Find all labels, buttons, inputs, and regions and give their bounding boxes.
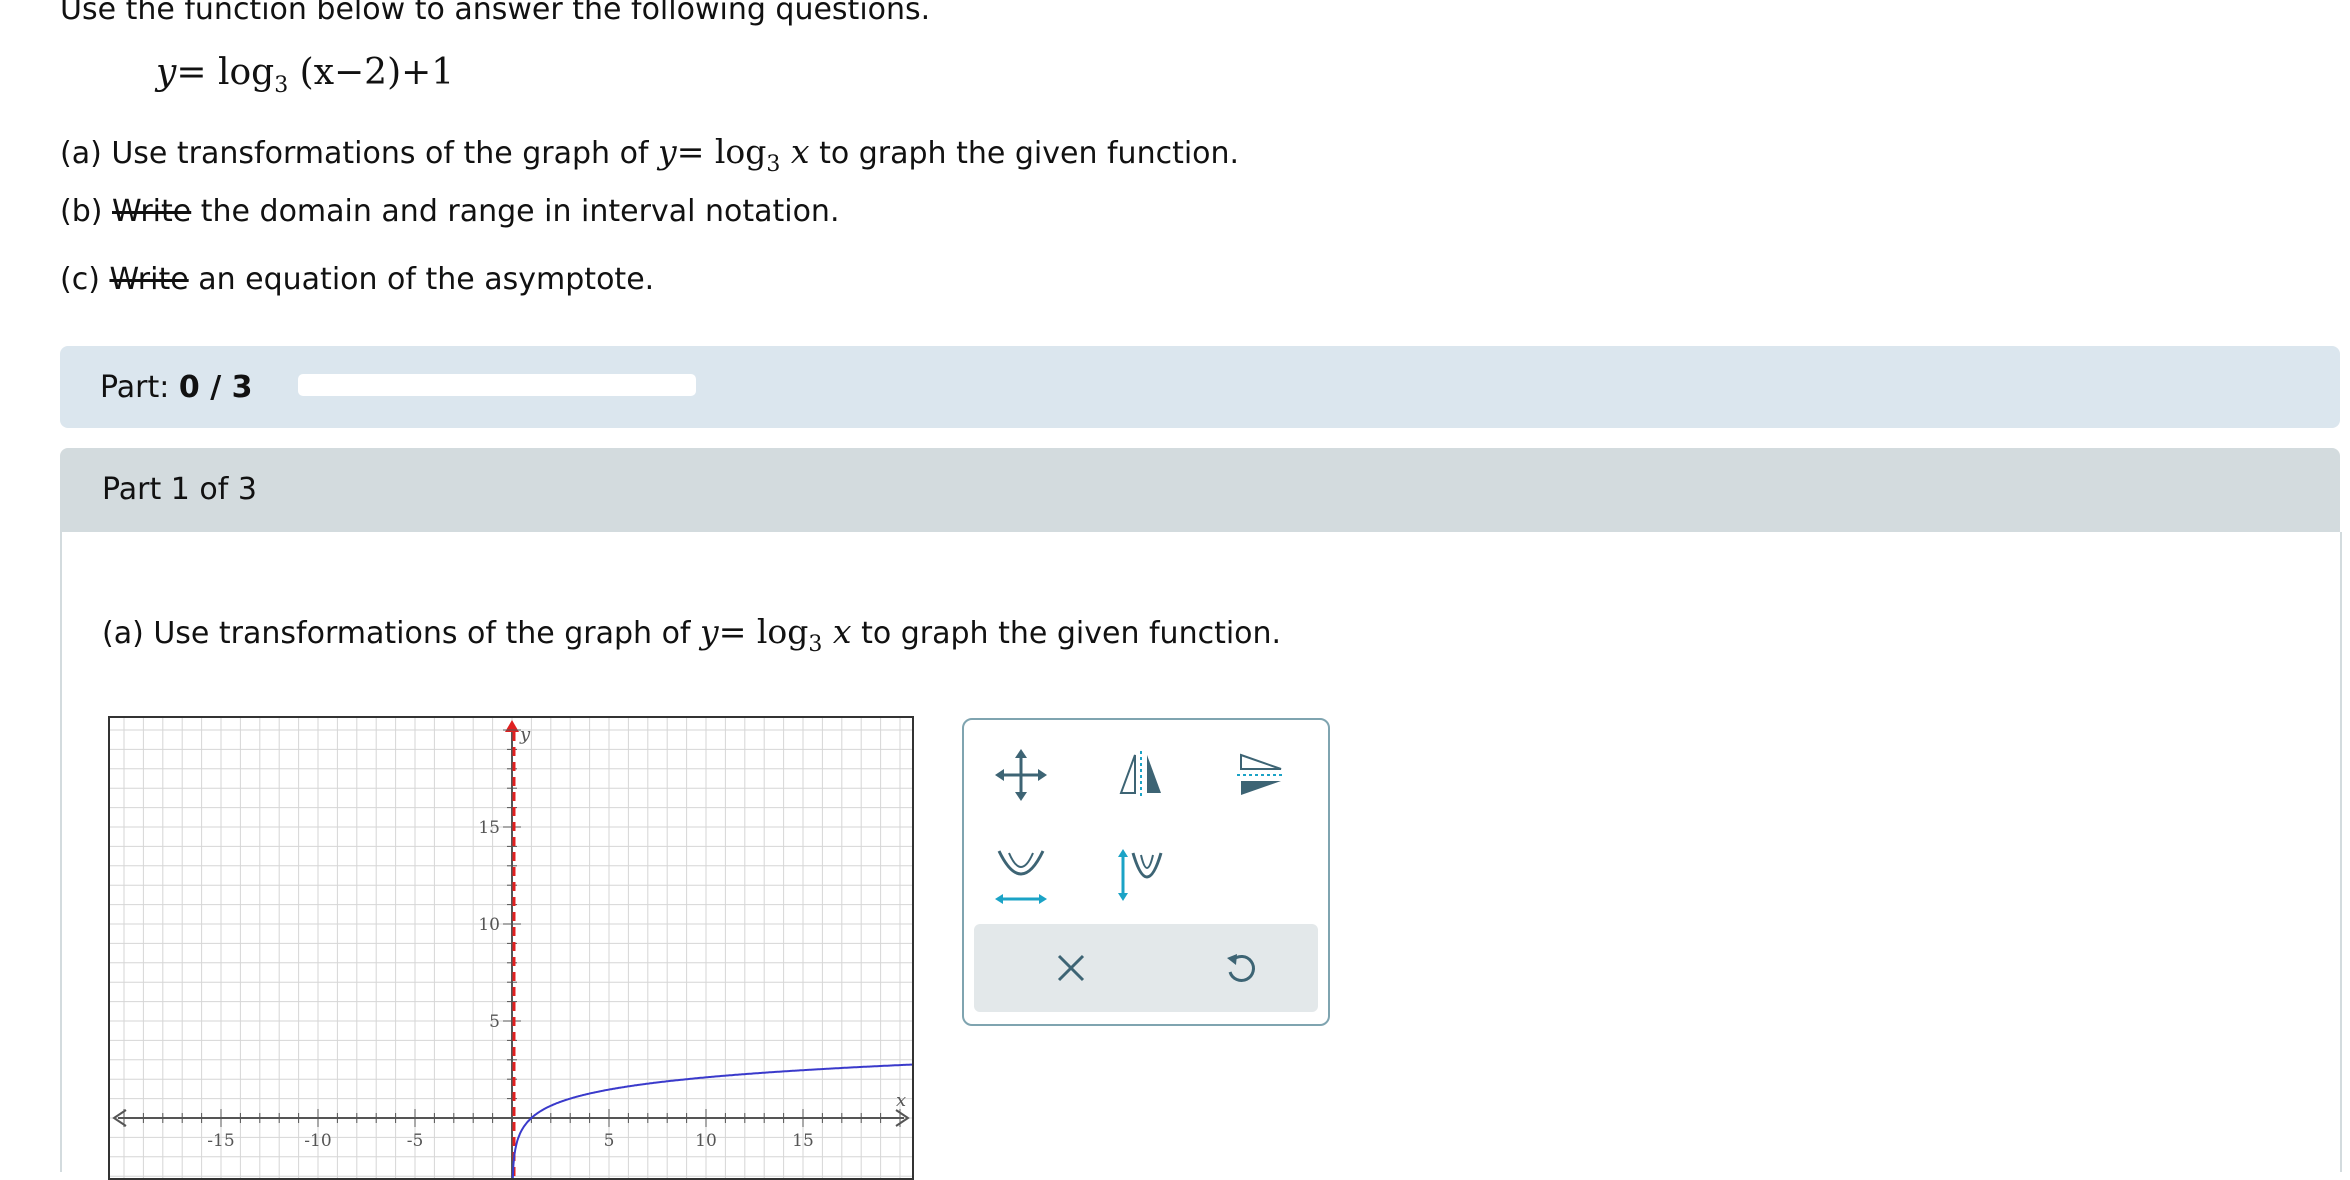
reflect-x-icon	[1237, 753, 1285, 795]
function-curve	[511, 1063, 912, 1178]
stretch-vertical-tool[interactable]	[1106, 840, 1176, 910]
close-icon	[1057, 954, 1085, 982]
stretch-vertical-icon	[1118, 849, 1163, 901]
intro-text: Use the function below to answer the fol…	[60, 0, 931, 27]
y-tick-label: 10	[478, 915, 500, 935]
question-c: (c) Write an equation of the asymptote.	[60, 262, 655, 297]
x-tick-label: -15	[207, 1131, 234, 1151]
move-icon	[995, 749, 1047, 801]
stretch-horizontal-icon	[995, 850, 1047, 904]
question-b: (b) Write the domain and range in interv…	[60, 194, 840, 229]
graph-canvas[interactable]: -15 -10 -5 5 10 15 15 10 5 x y	[108, 716, 914, 1180]
eq-log: log	[217, 52, 275, 93]
reflect-x-tool[interactable]	[1226, 740, 1296, 810]
move-tool[interactable]	[986, 740, 1056, 810]
question-a: (a) Use transformations of the graph of …	[60, 132, 1240, 177]
undo-button[interactable]	[1206, 933, 1276, 1003]
x-tick-label: -10	[304, 1131, 331, 1151]
undo-icon	[1227, 954, 1255, 982]
y-tick-label: 15	[478, 818, 500, 838]
x-tick-label: 15	[792, 1131, 814, 1151]
eq-y: y	[156, 52, 177, 93]
progress-label: Part: 0 / 3	[100, 370, 253, 405]
eq-sign: =	[176, 52, 207, 93]
reflect-y-icon	[1119, 751, 1161, 799]
function-equation: y= log3 (x−2)+1	[156, 52, 454, 98]
part-header: Part 1 of 3	[60, 448, 2340, 532]
progress-panel: Part: 0 / 3	[60, 346, 2340, 428]
graph-svg[interactable]: -15 -10 -5 5 10 15 15 10 5 x y	[110, 718, 912, 1178]
eq-rest: +1	[401, 52, 455, 93]
y-tick-label: 5	[489, 1012, 500, 1032]
eq-arg: (x−2)	[299, 52, 402, 93]
progress-value: 0 / 3	[178, 370, 253, 405]
x-axis-label: x	[896, 1090, 906, 1111]
clear-button[interactable]	[1036, 933, 1106, 1003]
reflect-y-tool[interactable]	[1106, 740, 1176, 810]
stretch-horizontal-tool[interactable]	[986, 840, 1056, 910]
progress-bar	[298, 374, 696, 396]
graph-toolbox	[962, 718, 1330, 1026]
y-axis-label: y	[519, 724, 531, 745]
x-tick-label: 10	[695, 1131, 717, 1151]
eq-base: 3	[274, 73, 289, 98]
part-question: (a) Use transformations of the graph of …	[102, 612, 1282, 657]
toolbox-actions	[974, 924, 1318, 1012]
x-tick-label: 5	[604, 1131, 615, 1151]
x-tick-label: -5	[407, 1131, 424, 1151]
